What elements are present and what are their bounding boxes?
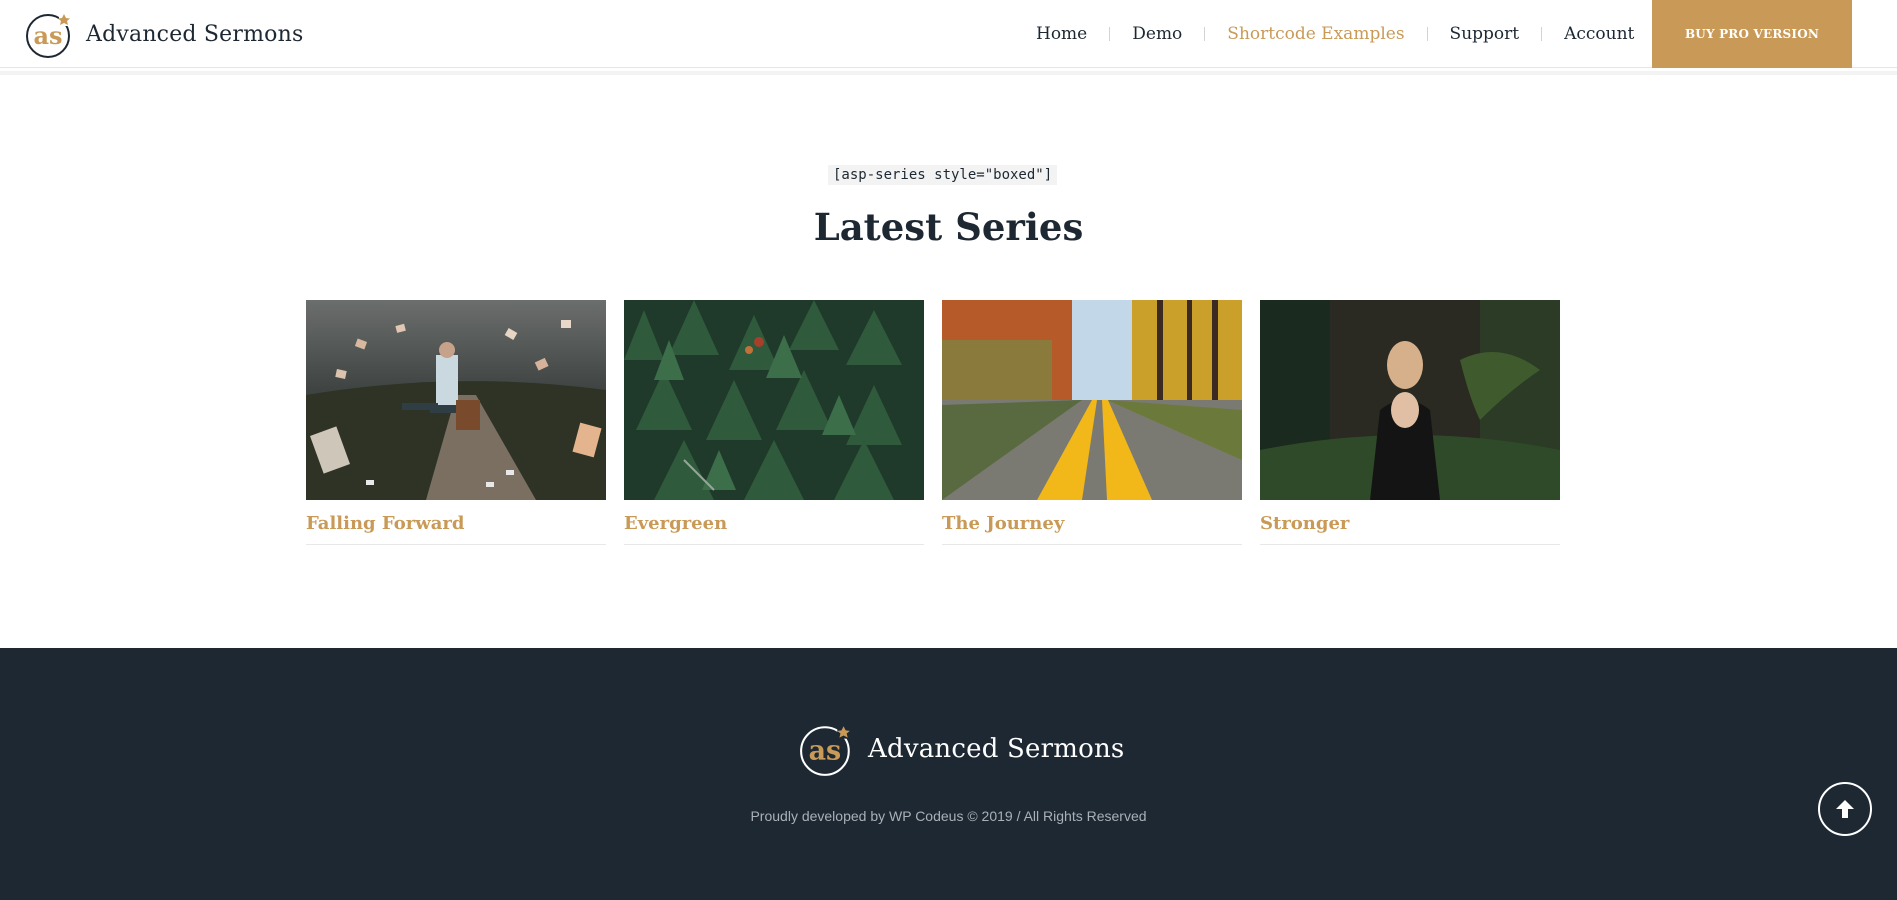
series-thumbnail[interactable] — [306, 300, 606, 500]
nav-item-support[interactable]: Support — [1428, 24, 1542, 44]
footer-brand-name: Advanced Sermons — [868, 734, 1125, 764]
svg-text:as: as — [809, 735, 842, 766]
series-card: Evergreen — [624, 300, 924, 545]
series-title-link[interactable]: Falling Forward — [306, 513, 606, 545]
scroll-to-top-button[interactable] — [1818, 782, 1872, 836]
series-card: The Journey — [942, 300, 1242, 545]
series-title-link[interactable]: Stronger — [1260, 513, 1560, 545]
advanced-sermons-logo-icon: as — [800, 724, 850, 776]
series-title-link[interactable]: Evergreen — [624, 513, 924, 545]
main-nav: Home Demo Shortcode Examples Support Acc… — [1014, 0, 1656, 68]
svg-text:as: as — [33, 21, 62, 50]
series-image-falling-forward — [306, 300, 606, 500]
advanced-sermons-logo-icon: as — [26, 12, 70, 58]
nav-item-account[interactable]: Account — [1542, 24, 1656, 44]
series-thumbnail[interactable] — [942, 300, 1242, 500]
shortcode-snippet: [asp-series style="boxed"] — [828, 165, 1058, 185]
brand-logo-link[interactable]: as Advanced Sermons — [24, 8, 303, 60]
footer-brand[interactable]: as Advanced Sermons — [798, 720, 1124, 778]
header-divider — [0, 71, 1897, 75]
site-header: as Advanced Sermons Home Demo Shortcode … — [0, 0, 1897, 68]
nav-item-shortcode-examples[interactable]: Shortcode Examples — [1205, 24, 1426, 44]
series-card: Falling Forward — [306, 300, 606, 545]
series-thumbnail[interactable] — [1260, 300, 1560, 500]
footer-copyright: Proudly developed by WP Codeus © 2019 / … — [750, 808, 1147, 824]
series-thumbnail[interactable] — [624, 300, 924, 500]
buy-pro-button[interactable]: BUY PRO VERSION — [1652, 0, 1852, 68]
series-image-stronger — [1260, 300, 1560, 500]
series-title-link[interactable]: The Journey — [942, 513, 1242, 545]
nav-item-demo[interactable]: Demo — [1110, 24, 1204, 44]
arrow-up-icon — [1836, 800, 1854, 818]
page-title: Latest Series — [813, 205, 1084, 249]
series-card: Stronger — [1260, 300, 1560, 545]
brand-name: Advanced Sermons — [86, 21, 304, 47]
nav-item-home[interactable]: Home — [1014, 24, 1109, 44]
series-image-evergreen — [624, 300, 924, 500]
series-image-the-journey — [942, 300, 1242, 500]
site-footer: as Advanced Sermons Proudly developed by… — [0, 648, 1897, 900]
